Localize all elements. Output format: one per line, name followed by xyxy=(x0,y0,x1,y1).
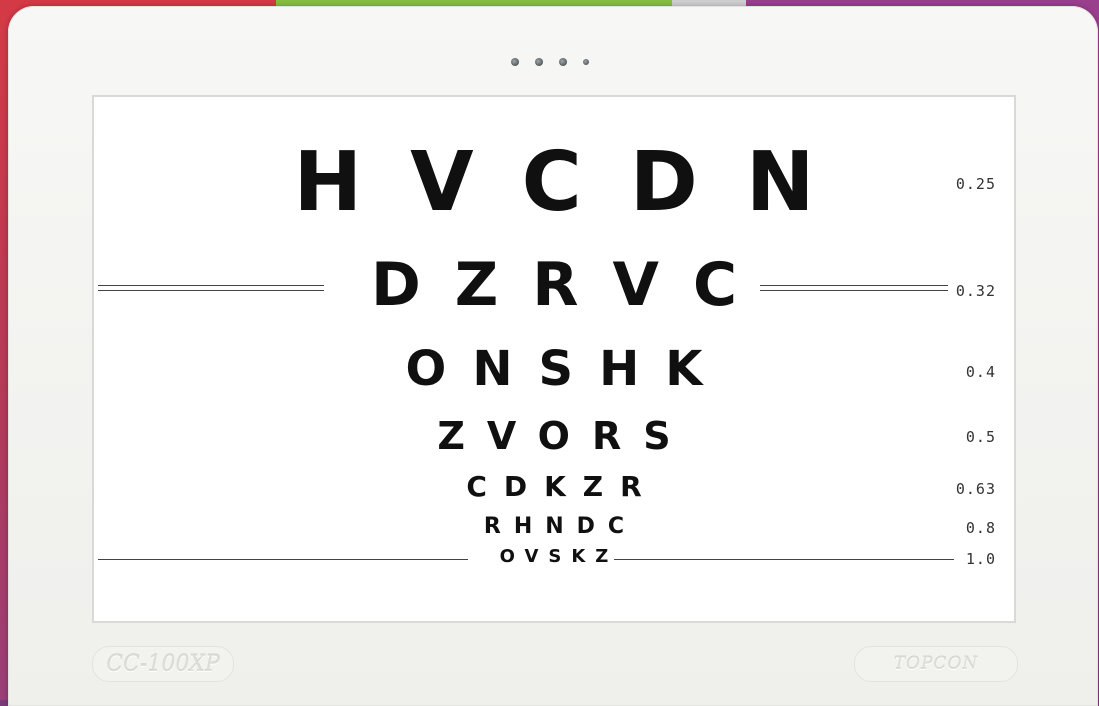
chart-display-device: HVCDN 0.25 DZRVC 0.32 ONSHK 0.4 ZVORS 0.… xyxy=(8,6,1098,706)
acuity-label: 0.25 xyxy=(955,175,996,193)
sensor-icon xyxy=(583,59,589,65)
acuity-label: 0.63 xyxy=(955,480,996,498)
optotype-letters: RHNDC xyxy=(483,514,638,539)
acuity-label: 0.5 xyxy=(965,428,996,446)
brand-logo: TOPCON xyxy=(854,646,1018,682)
acuity-label: 0.4 xyxy=(965,363,996,381)
optotype-letters: CDKZR xyxy=(466,470,659,503)
optotype-letters: ONSHK xyxy=(405,341,729,397)
acuity-label: 1.0 xyxy=(965,550,996,568)
chart-screen: HVCDN 0.25 DZRVC 0.32 ONSHK 0.4 ZVORS 0.… xyxy=(92,95,1016,623)
optotype-letters: OVSKZ xyxy=(499,546,619,567)
optotype-letters: HVCDN xyxy=(293,135,863,230)
optotype-letters: ZVORS xyxy=(437,414,693,458)
sensor-array xyxy=(511,58,589,66)
sensor-icon xyxy=(559,58,567,66)
acuity-label: 0.32 xyxy=(955,282,996,300)
acuity-label: 0.8 xyxy=(965,519,996,537)
sensor-icon xyxy=(535,58,543,66)
sensor-icon xyxy=(511,58,519,66)
optotype-letters: DZRVC xyxy=(371,250,771,320)
model-badge: CC-100XP xyxy=(92,646,234,682)
